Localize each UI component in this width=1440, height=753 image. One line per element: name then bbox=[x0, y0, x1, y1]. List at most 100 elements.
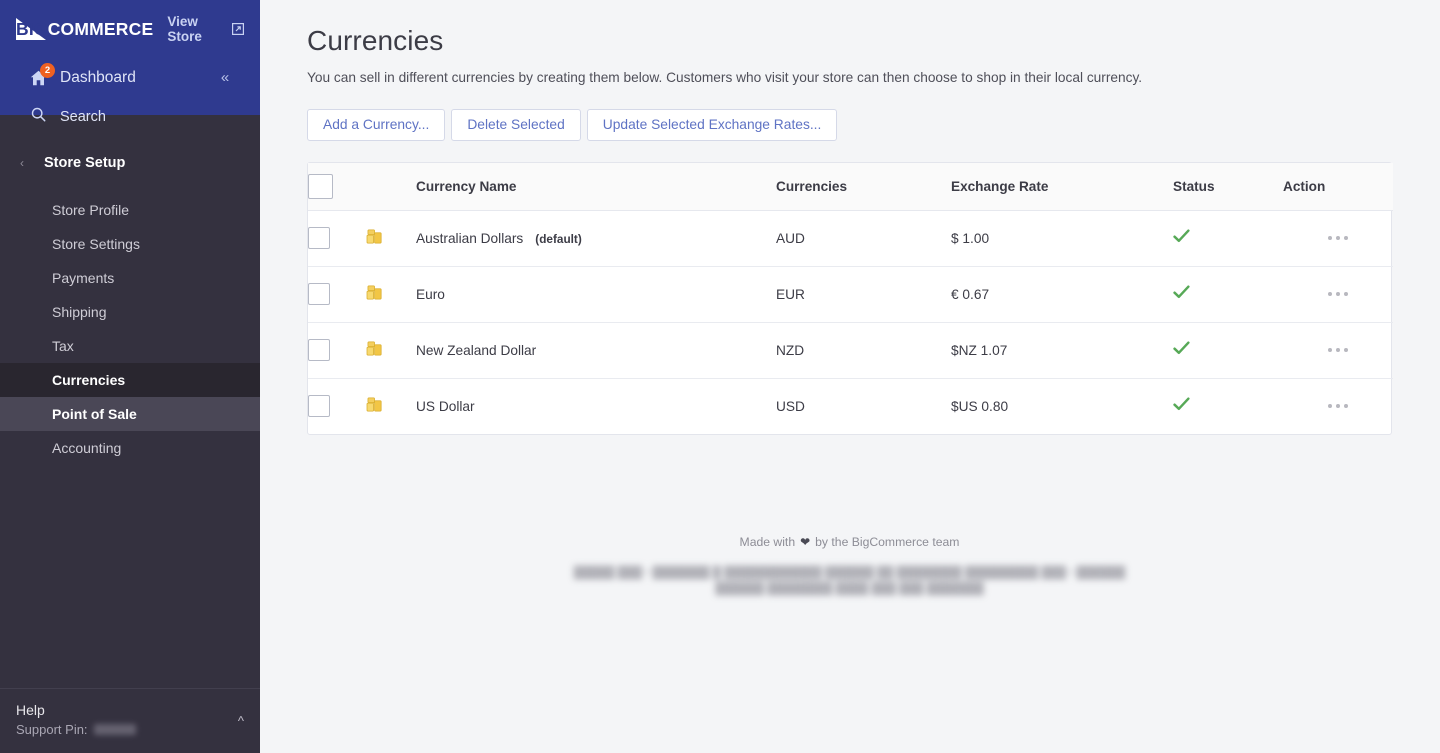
currencies-table-card: Currency Name Currencies Exchange Rate S… bbox=[307, 162, 1392, 435]
support-pin-value-redacted bbox=[94, 724, 136, 735]
row-checkbox[interactable] bbox=[308, 283, 330, 305]
chevron-left-icon: ‹ bbox=[0, 156, 44, 170]
sidebar-brand-bar: BIGCOMMERCE View Store bbox=[0, 0, 260, 115]
row-checkbox-cell bbox=[308, 322, 366, 378]
app-root: BIGCOMMERCE View Store bbox=[0, 0, 1440, 753]
green-check-icon bbox=[1173, 397, 1283, 415]
toolbar: Add a Currency... Delete Selected Update… bbox=[307, 109, 1392, 141]
currency-name: US Dollar bbox=[416, 399, 475, 414]
page-title: Currencies bbox=[307, 22, 1392, 60]
green-check-icon bbox=[1173, 341, 1283, 359]
select-all-cell bbox=[308, 163, 366, 210]
table-body: Australian Dollars (default) AUD $ 1.00 bbox=[308, 210, 1393, 434]
column-header-status: Status bbox=[1173, 163, 1283, 210]
currency-name-cell: New Zealand Dollar bbox=[416, 322, 776, 378]
sidebar: BIGCOMMERCE View Store bbox=[0, 0, 260, 753]
ellipsis-icon[interactable] bbox=[1283, 236, 1393, 240]
exchange-rate: € 0.67 bbox=[951, 266, 1173, 322]
sidebar-item-store-profile[interactable]: Store Profile bbox=[0, 193, 260, 227]
sidebar-item-tax[interactable]: Tax bbox=[0, 329, 260, 363]
ellipsis-icon[interactable] bbox=[1283, 404, 1393, 408]
sidebar-item-payments[interactable]: Payments bbox=[0, 261, 260, 295]
home-icon-wrap: 2 bbox=[16, 70, 60, 86]
sidebar-collapse-button[interactable]: « bbox=[214, 68, 236, 88]
select-all-checkbox[interactable] bbox=[308, 174, 333, 199]
currency-code: NZD bbox=[776, 322, 951, 378]
sidebar-nav: Store Profile Store Settings Payments Sh… bbox=[0, 193, 260, 465]
ellipsis-icon[interactable] bbox=[1283, 348, 1393, 352]
row-icon-cell bbox=[366, 378, 416, 434]
table-row: Euro EUR € 0.67 bbox=[308, 266, 1393, 322]
currency-name-cell: Euro bbox=[416, 266, 776, 322]
currency-name-cell: US Dollar bbox=[416, 378, 776, 434]
sidebar-item-shipping[interactable]: Shipping bbox=[0, 295, 260, 329]
sidebar-help-section[interactable]: Help Support Pin: ^ bbox=[0, 688, 260, 753]
column-header-currency-name: Currency Name bbox=[416, 163, 776, 210]
page-footer: Made with ❤ by the BigCommerce team ████… bbox=[307, 535, 1392, 597]
view-store-label: View Store bbox=[167, 14, 227, 44]
support-pin-label: Support Pin: bbox=[16, 720, 88, 739]
main-content: Currencies You can sell in different cur… bbox=[260, 0, 1440, 753]
page-description: You can sell in different currencies by … bbox=[307, 68, 1392, 87]
main-inner: Currencies You can sell in different cur… bbox=[260, 0, 1440, 597]
row-checkbox-cell bbox=[308, 378, 366, 434]
currency-name: Australian Dollars bbox=[416, 231, 523, 246]
status-cell bbox=[1173, 322, 1283, 378]
action-cell bbox=[1283, 210, 1393, 266]
made-with-suffix: by the BigCommerce team bbox=[815, 535, 959, 549]
sidebar-body: ‹ Store Setup Store Profile Store Settin… bbox=[0, 115, 260, 688]
sidebar-item-point-of-sale[interactable]: Point of Sale bbox=[0, 397, 260, 431]
sidebar-item-currencies[interactable]: Currencies bbox=[0, 363, 260, 397]
column-header-action: Action bbox=[1283, 163, 1393, 210]
row-checkbox-cell bbox=[308, 210, 366, 266]
made-with-line: Made with ❤ by the BigCommerce team bbox=[307, 535, 1392, 549]
sidebar-section-store-setup[interactable]: ‹ Store Setup bbox=[0, 145, 260, 181]
delete-selected-button[interactable]: Delete Selected bbox=[451, 109, 580, 141]
row-icon-cell bbox=[366, 322, 416, 378]
brand-row: BIGCOMMERCE View Store bbox=[16, 14, 244, 44]
add-currency-button[interactable]: Add a Currency... bbox=[307, 109, 445, 141]
row-icon-cell bbox=[366, 266, 416, 322]
gold-bars-icon bbox=[366, 340, 416, 360]
help-title: Help bbox=[16, 701, 244, 720]
column-header-exchange-rate: Exchange Rate bbox=[951, 163, 1173, 210]
icon-column-header bbox=[366, 163, 416, 210]
table-row: New Zealand Dollar NZD $NZ 1.07 bbox=[308, 322, 1393, 378]
legal-text-redacted: █████ ███ • ███████ █ ████████████ █████… bbox=[570, 565, 1130, 597]
bigcommerce-logo[interactable]: BIGCOMMERCE bbox=[16, 16, 153, 42]
update-exchange-rates-button[interactable]: Update Selected Exchange Rates... bbox=[587, 109, 838, 141]
table-head: Currency Name Currencies Exchange Rate S… bbox=[308, 163, 1393, 210]
view-store-link[interactable]: View Store bbox=[167, 14, 244, 44]
row-checkbox[interactable] bbox=[308, 395, 330, 417]
table-header-row: Currency Name Currencies Exchange Rate S… bbox=[308, 163, 1393, 210]
logo-big-text: BIG bbox=[16, 19, 48, 39]
currency-name: Euro bbox=[416, 287, 445, 302]
table-row: US Dollar USD $US 0.80 bbox=[308, 378, 1393, 434]
currency-name: New Zealand Dollar bbox=[416, 343, 536, 358]
row-checkbox[interactable] bbox=[308, 339, 330, 361]
chevron-up-icon[interactable]: ^ bbox=[238, 714, 244, 729]
sidebar-item-accounting[interactable]: Accounting bbox=[0, 431, 260, 465]
currency-name-cell: Australian Dollars (default) bbox=[416, 210, 776, 266]
action-cell bbox=[1283, 378, 1393, 434]
currency-code: AUD bbox=[776, 210, 951, 266]
sidebar-item-dashboard: Dashboard bbox=[60, 69, 136, 87]
external-link-icon bbox=[232, 23, 244, 35]
sidebar-dashboard-row[interactable]: 2 Dashboard « bbox=[16, 60, 244, 96]
bigcommerce-logo-text: BIGCOMMERCE bbox=[16, 18, 153, 40]
exchange-rate: $US 0.80 bbox=[951, 378, 1173, 434]
row-icon-cell bbox=[366, 210, 416, 266]
default-badge: (default) bbox=[535, 232, 582, 246]
exchange-rate: $ 1.00 bbox=[951, 210, 1173, 266]
sidebar-item-store-settings[interactable]: Store Settings bbox=[0, 227, 260, 261]
status-cell bbox=[1173, 266, 1283, 322]
row-checkbox[interactable] bbox=[308, 227, 330, 249]
row-checkbox-cell bbox=[308, 266, 366, 322]
support-pin-row: Support Pin: bbox=[16, 720, 244, 739]
ellipsis-icon[interactable] bbox=[1283, 292, 1393, 296]
status-cell bbox=[1173, 210, 1283, 266]
sidebar-section-label: Store Setup bbox=[44, 155, 125, 171]
column-header-currencies: Currencies bbox=[776, 163, 951, 210]
status-cell bbox=[1173, 378, 1283, 434]
currency-code: EUR bbox=[776, 266, 951, 322]
